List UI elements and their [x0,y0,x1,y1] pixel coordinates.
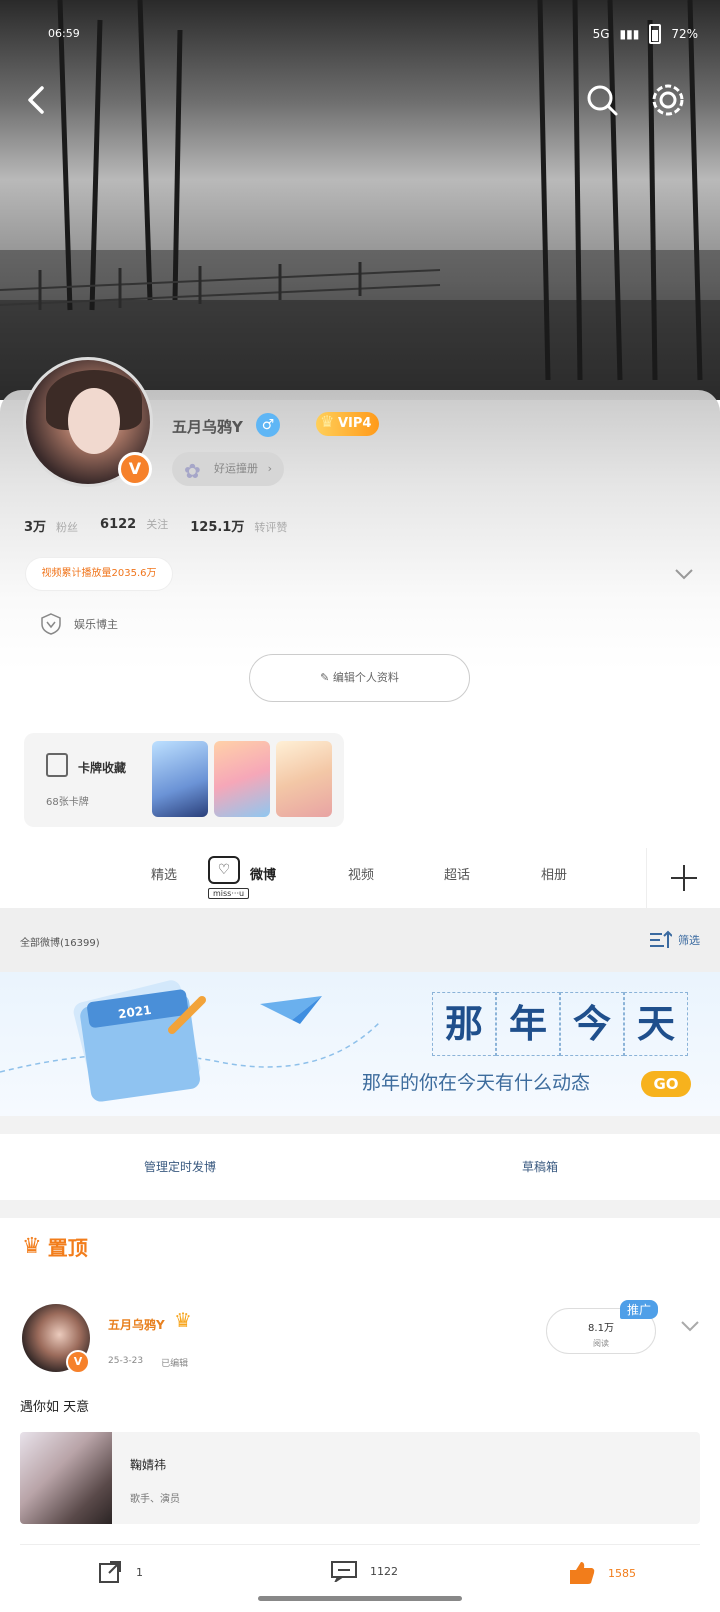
promote-tag[interactable]: 推广 [620,1300,659,1319]
scheduled-posts-button[interactable]: 管理定时发博 [144,1158,216,1175]
post-author[interactable]: 五月乌鸦Y [108,1316,165,1333]
male-icon: ♂ [256,413,280,437]
post-date: 25-3-23 [108,1356,144,1366]
banner-char: 那 [432,992,496,1056]
memory-banner[interactable]: 2021 那 年 今 天 那年的你在今天有什么动态 GO [0,972,720,1116]
comment-button[interactable]: 1122 [330,1560,398,1582]
tab-sticker: miss···u [208,888,250,899]
vip-crown-icon: ♛ [174,1308,192,1332]
pencil-icon: ✎ [320,671,333,684]
filter-button[interactable]: 筛选 [650,930,700,950]
crown-icon: ♛ [22,1234,42,1259]
username: 五月乌鸦Y [172,418,243,436]
link-card-desc: 歌手、演员 [130,1494,180,1505]
heart-chat-icon: ♡ [208,856,240,884]
stat-fans[interactable]: 3万 粉丝 [24,516,78,535]
card-collection-title: 卡牌收藏 [78,761,127,775]
verified-badge: V [66,1350,90,1374]
vip-badge[interactable]: VIP4 [316,410,380,436]
all-posts-count: 全部微博(16399) [20,938,100,949]
pinned-label-text: 置顶 [47,1236,88,1260]
repost-count: 1 [136,1565,143,1579]
section-gap [0,1200,720,1218]
gear-icon[interactable] [648,80,688,120]
link-card[interactable]: 鞠婧祎 歌手、演员 [20,1432,700,1524]
post-actions: 1 1122 1585 [0,1560,720,1600]
like-count: 1585 [608,1566,636,1580]
tab-album[interactable]: 相册 [541,864,567,883]
read-count-label: 阅读 [593,1339,609,1348]
battery-percent: 72% [671,27,698,41]
banner-subtitle: 那年的你在今天有什么动态 [362,1072,591,1094]
card-thumb[interactable] [276,741,332,817]
card-icon [46,753,68,777]
repost-icon [99,1561,121,1583]
feed-header: 全部微博(16399) 筛选 [0,908,720,972]
comment-count: 1122 [370,1564,398,1578]
divider [20,1544,700,1545]
sort-icon [650,930,672,948]
plus-icon [671,865,697,891]
post-meta: 25-3-23 已编辑 [108,1356,188,1369]
verified-badge: V [118,452,152,486]
read-count-value: 8.1万 [588,1323,614,1334]
section-gap [0,1116,720,1134]
profile-page: 06:59 5G ▮▮▮ 72% V 五月乌鸦Y ♂ VIP4 ✿ 好运撞册 › [0,0,720,1612]
profile-tabs: 精选 ♡ 微博 miss···u 视频 超话 相册 [0,848,720,908]
manage-row: 管理定时发博 草稿箱 [0,1134,720,1200]
stat-following[interactable]: 6122 关注 [100,516,168,535]
tab-featured[interactable]: 精选 [151,864,177,883]
clover-icon: ✿ [184,459,201,483]
banner-char: 年 [496,992,560,1056]
edit-profile-button[interactable]: ✎ 编辑个人资料 [249,654,470,702]
card-collection[interactable]: 卡牌收藏 68张卡牌 [24,733,344,827]
tab-video[interactable]: 视频 [348,864,374,883]
post-text: 遇你如 天意 [20,1400,90,1415]
banner-char: 天 [624,992,688,1056]
drafts-button[interactable]: 草稿箱 [522,1158,558,1175]
blogger-tag-label: 娱乐博主 [74,618,118,631]
card-thumb[interactable] [152,741,208,817]
banner-title: 那 年 今 天 [432,992,688,1056]
pinned-label: ♛ 置顶 [22,1232,88,1261]
search-icon[interactable] [582,80,622,120]
banner-char: 今 [560,992,624,1056]
tab-weibo[interactable]: 微博 [250,864,276,883]
card-thumb[interactable] [214,741,270,817]
stat-interactions[interactable]: 125.1万 转评赞 [190,516,287,535]
shield-icon [41,613,61,635]
card-collection-count: 68张卡牌 [46,797,89,808]
link-card-thumbnail [20,1432,112,1524]
lucky-button[interactable]: ✿ 好运撞册 › [172,452,284,486]
cover-image[interactable]: 06:59 5G ▮▮▮ 72% [0,0,720,400]
chevron-right-icon: › [267,462,272,475]
go-button[interactable]: GO [641,1071,691,1097]
post-edited: 已编辑 [161,1359,189,1369]
filter-label: 筛选 [678,934,700,947]
signal-icon: ▮▮▮ [619,27,640,41]
chevron-down-icon[interactable] [678,1314,702,1338]
home-indicator[interactable] [258,1596,462,1601]
like-button[interactable]: 1585 [568,1560,636,1586]
chevron-left-icon[interactable] [18,80,58,120]
status-bar: 06:59 5G ▮▮▮ 72% [0,22,720,46]
video-play-count[interactable]: 视频累计播放量2035.6万 [26,558,172,590]
lucky-button-label: 好运撞册 [214,462,258,475]
comment-icon [331,1561,357,1582]
link-card-name: 鞠婧祎 [130,1458,167,1472]
signal-label: 5G [592,27,610,41]
edit-profile-label: 编辑个人资料 [332,671,399,684]
tab-super-topic[interactable]: 超话 [444,864,470,883]
status-time: 06:59 [48,27,80,40]
repost-button[interactable]: 1 [98,1560,143,1584]
foggy-forest-illustration [0,0,720,400]
thumbs-up-icon [570,1562,595,1584]
battery-icon [649,24,662,44]
stats-row: 3万 粉丝 6122 关注 125.1万 转评赞 [24,516,287,535]
chevron-down-icon[interactable] [672,562,696,586]
add-tab-button[interactable] [646,848,720,908]
blogger-tag[interactable]: 娱乐博主 [40,612,118,636]
